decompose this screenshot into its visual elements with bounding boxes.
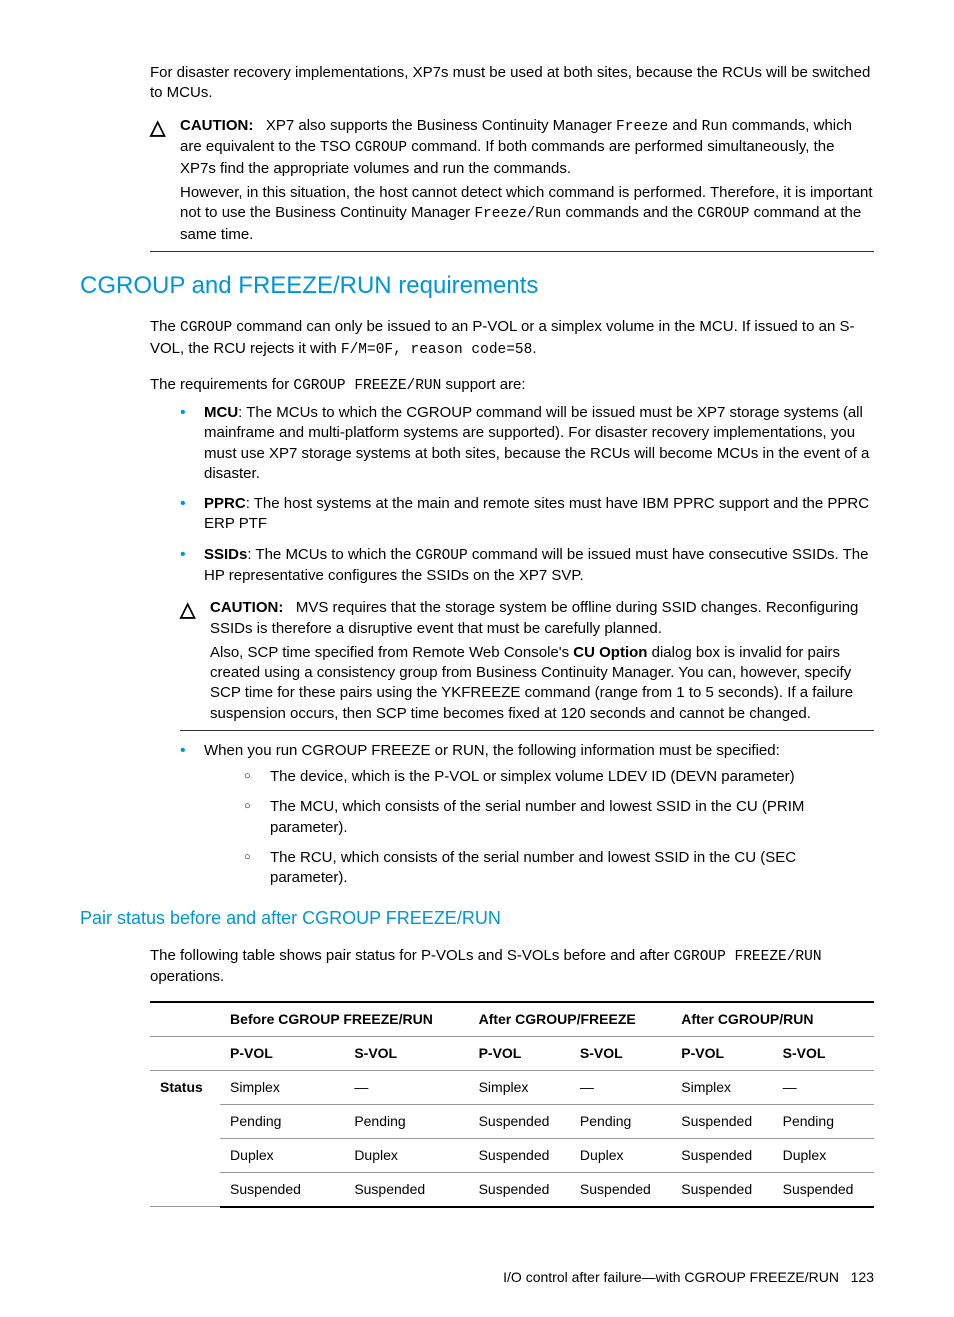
table-cell: Suspended [671,1172,772,1206]
table-cell: Suspended [773,1172,874,1206]
table-head: Before CGROUP FREEZE/RUN After CGROUP/FR… [150,1002,874,1070]
bold-text: CU Option [573,644,647,661]
section-heading-cgroup-requirements: CGROUP and FREEZE/RUN requirements [80,270,874,302]
text: operations. [150,968,224,985]
sub-list: The device, which is the P-VOL or simple… [244,767,874,888]
text: commands and the [561,204,697,221]
table-cell: Simplex [220,1071,344,1105]
code: CGROUP [415,548,467,564]
table-subheader [150,1037,220,1071]
text: XP7 also supports the Business Continuit… [266,117,616,134]
divider [150,251,874,252]
table-header: Before CGROUP FREEZE/RUN [220,1002,469,1036]
table-subheader: P-VOL [469,1037,570,1071]
list-item: PPRC: The host systems at the main and r… [180,494,874,535]
table-header [150,1002,220,1036]
table-subheader: P-VOL [220,1037,344,1071]
table-cell: Duplex [773,1139,874,1173]
code: CGROUP [697,206,749,222]
list-item: SSIDs: The MCUs to which the CGROUP comm… [180,545,874,587]
table-cell: Duplex [344,1139,468,1173]
table-cell: Simplex [671,1071,772,1105]
text: . [532,340,536,357]
intro-paragraph: For disaster recovery implementations, X… [150,63,874,104]
section-heading-pair-status: Pair status before and after CGROUP FREE… [80,906,874,930]
table-cell: Suspended [570,1172,671,1206]
table-cell: Suspended [469,1105,570,1139]
code: CGROUP FREEZE/RUN [674,949,822,965]
text: The [150,318,180,335]
table-subheader: S-VOL [773,1037,874,1071]
text: : The MCUs to which the CGROUP command w… [204,404,869,482]
text: Also, SCP time specified from Remote Web… [210,644,573,661]
table-cell: Suspended [469,1172,570,1206]
requirements-list: MCU: The MCUs to which the CGROUP comman… [180,403,874,586]
text: : The MCUs to which the [247,546,415,563]
table-cell: Duplex [570,1139,671,1173]
footer-text: I/O control after failure—with CGROUP FR… [503,1269,839,1285]
table-row: Pending Pending Suspended Pending Suspen… [150,1105,874,1139]
bullet-label: MCU [204,404,238,421]
paragraph: The CGROUP command can only be issued to… [150,317,874,360]
list-item: The device, which is the P-VOL or simple… [244,767,874,787]
table-header: After CGROUP/FREEZE [469,1002,672,1036]
text: The requirements for [150,376,293,393]
text: The following table shows pair status fo… [150,947,674,964]
text: MVS requires that the storage system be … [210,599,858,636]
paragraph: The following table shows pair status fo… [150,946,874,988]
table-header: After CGROUP/RUN [671,1002,874,1036]
table-cell: Suspended [469,1139,570,1173]
table-cell: — [773,1071,874,1105]
table-subheader: S-VOL [344,1037,468,1071]
table-cell: Pending [344,1105,468,1139]
specify-list: When you run CGROUP FREEZE or RUN, the f… [180,741,874,889]
code: Freeze [616,119,668,135]
table-row: Duplex Duplex Suspended Duplex Suspended… [150,1139,874,1173]
row-header: Status [150,1071,220,1207]
table-cell: Simplex [469,1071,570,1105]
page-number: 123 [851,1269,874,1285]
code: CGROUP [355,140,407,156]
table-cell: Suspended [344,1172,468,1206]
caution-label: CAUTION: [180,117,253,134]
code: Freeze/Run [474,206,561,222]
table-row: Suspended Suspended Suspended Suspended … [150,1172,874,1206]
list-item: The MCU, which consists of the serial nu… [244,797,874,838]
list-item: MCU: The MCUs to which the CGROUP comman… [180,403,874,484]
text: and [668,117,701,134]
table-cell: — [570,1071,671,1105]
caution-icon: △ [150,116,180,138]
caution-label: CAUTION: [210,599,283,616]
list-item: The RCU, which consists of the serial nu… [244,848,874,889]
code: CGROUP FREEZE/RUN [293,378,441,394]
bullet-label: PPRC [204,495,246,512]
table-body: Status Simplex — Simplex — Simplex — Pen… [150,1071,874,1207]
table-subheader: S-VOL [570,1037,671,1071]
table-cell: Pending [220,1105,344,1139]
text: : The host systems at the main and remot… [204,495,869,532]
divider [180,730,874,731]
paragraph: The requirements for CGROUP FREEZE/RUN s… [150,375,874,397]
table-cell: — [344,1071,468,1105]
caution-icon: △ [180,598,210,620]
text: When you run CGROUP FREEZE or RUN, the f… [204,742,780,759]
table-cell: Suspended [220,1172,344,1206]
table-cell: Suspended [671,1139,772,1173]
code: F/M=0F, reason code=58 [341,342,532,358]
list-item: When you run CGROUP FREEZE or RUN, the f… [180,741,874,889]
table-cell: Suspended [671,1105,772,1139]
table-cell: Duplex [220,1139,344,1173]
pair-status-table: Before CGROUP FREEZE/RUN After CGROUP/FR… [150,1001,874,1207]
code: Run [702,119,728,135]
bullet-label: SSIDs [204,546,247,563]
table-row: Status Simplex — Simplex — Simplex — [150,1071,874,1105]
text: support are: [441,376,525,393]
caution-block-1: △ CAUTION: XP7 also supports the Busines… [150,116,874,252]
code: CGROUP [180,320,232,336]
table-cell: Pending [773,1105,874,1139]
caution-block-2: △ CAUTION: MVS requires that the storage… [180,598,874,731]
table-subheader: P-VOL [671,1037,772,1071]
table-cell: Pending [570,1105,671,1139]
